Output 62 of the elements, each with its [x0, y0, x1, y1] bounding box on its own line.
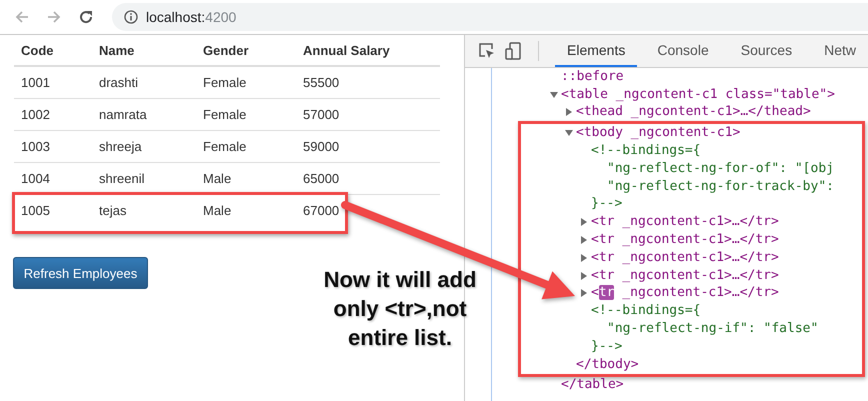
table-cell: shreeja: [92, 130, 196, 162]
address-bar[interactable]: localhost:4200: [112, 3, 868, 31]
column-header: Name: [92, 35, 196, 66]
table-cell: 1004: [14, 162, 92, 194]
element-tag[interactable]: <tr _ngcontent-c1>…</tr>: [591, 214, 779, 230]
table-cell: 1002: [14, 98, 92, 130]
devtools-tab[interactable]: Elements: [555, 35, 638, 67]
devtools-tab[interactable]: Console: [645, 35, 721, 67]
collapse-triangle-icon[interactable]: [565, 129, 573, 138]
info-icon[interactable]: [124, 10, 138, 24]
devtools-tab[interactable]: Sources: [728, 35, 804, 67]
element-tag[interactable]: <tr _ngcontent-c1>…</tr>: [591, 232, 779, 248]
url-text: localhost:4200: [146, 9, 236, 25]
table-cell: tejas: [92, 194, 196, 226]
expand-triangle-icon[interactable]: [580, 236, 588, 244]
expand-triangle-icon[interactable]: [580, 218, 588, 226]
device-toolbar-icon[interactable]: [504, 42, 522, 60]
table-cell: Male: [196, 162, 296, 194]
table-cell: 55500: [296, 66, 440, 98]
pseudo-element[interactable]: ::before: [561, 68, 624, 85]
element-tag[interactable]: <tr _ngcontent-c1>…</tr>: [591, 285, 779, 302]
expand-triangle-icon[interactable]: [565, 108, 573, 116]
element-tag[interactable]: <tr _ngcontent-c1>…</tr>: [591, 250, 779, 266]
table-cell: shreenil: [92, 162, 196, 194]
comment-text: }-->: [591, 196, 622, 212]
comment-text: <!--bindings={: [591, 143, 701, 160]
comment-text: "ng-reflect-ng-if": "false": [607, 321, 818, 338]
expand-triangle-icon[interactable]: [580, 254, 588, 262]
table-cell: Female: [196, 130, 296, 162]
element-tag[interactable]: <tr _ngcontent-c1>…</tr>: [591, 268, 779, 284]
table-cell: 57000: [296, 98, 440, 130]
closing-tag[interactable]: </table>: [561, 377, 624, 394]
table-cell: 1005: [14, 194, 92, 226]
devtools-tab[interactable]: Netw: [812, 35, 868, 67]
expand-triangle-icon[interactable]: [580, 289, 588, 298]
table-cell: namrata: [92, 98, 196, 130]
reload-icon[interactable]: [78, 9, 94, 25]
table-cell: 59000: [296, 130, 440, 162]
column-header: Code: [14, 35, 92, 66]
comment-text: "ng-reflect-ng-for-of": "[obj: [607, 160, 834, 177]
table-cell: 1003: [14, 130, 92, 162]
closing-tag[interactable]: </tbody>: [576, 356, 639, 373]
table-cell: 67000: [296, 194, 440, 226]
comment-text: <!--bindings={: [591, 303, 701, 320]
table-cell: drashti: [92, 66, 196, 98]
table-cell: Male: [196, 194, 296, 226]
expand-triangle-icon[interactable]: [580, 272, 588, 280]
refresh-employees-button[interactable]: Refresh Employees: [13, 257, 148, 289]
column-header: Annual Salary: [296, 35, 440, 66]
comment-text: }-->: [591, 338, 622, 355]
element-tag[interactable]: <tbody _ngcontent-c1>: [576, 125, 740, 142]
table-cell: 1001: [14, 66, 92, 98]
element-tag[interactable]: <thead _ngcontent-c1>…</thead>: [576, 104, 811, 120]
table-cell: Female: [196, 66, 296, 98]
column-header: Gender: [196, 35, 296, 66]
table-cell: Female: [196, 98, 296, 130]
element-tag[interactable]: <table _ngcontent-c1 class="table">: [561, 86, 835, 103]
comment-text: "ng-reflect-ng-for-track-by":: [607, 178, 834, 195]
inspect-icon[interactable]: [478, 42, 496, 60]
table-cell: 65000: [296, 162, 440, 194]
annotation-text: Now it will add only <tr>,not entire list.: [322, 266, 478, 352]
collapse-triangle-icon[interactable]: [550, 90, 558, 99]
